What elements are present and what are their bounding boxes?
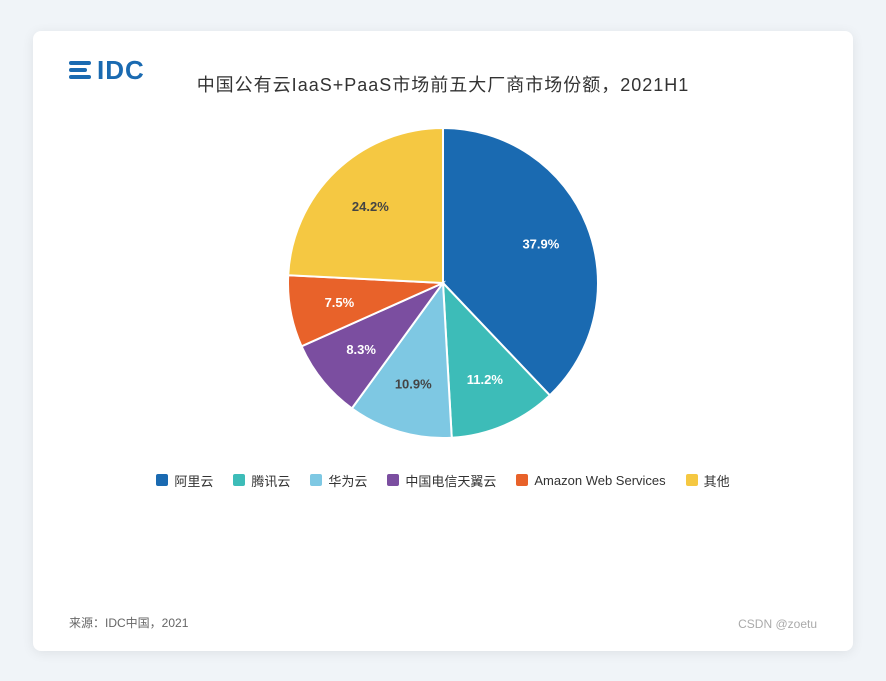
label-3: 8.3%: [346, 341, 376, 356]
pie-svg: 37.9% 11.2% 10.9% 8.3% 7.5% 24.2%: [273, 113, 613, 453]
legend-label-3: 中国电信天翼云: [405, 471, 496, 490]
logo-line-2: [69, 68, 87, 72]
legend-item-2: 华为云: [310, 471, 367, 490]
source-label: 来源：IDC中国，2021: [69, 614, 188, 631]
main-card: IDC 中国公有云IaaS+PaaS市场前五大厂商市场份额，2021H1 37.…: [33, 31, 853, 651]
legend-label-2: 华为云: [328, 471, 367, 490]
logo-text: IDC: [97, 55, 145, 86]
watermark: CSDN @zoetu: [738, 617, 817, 631]
idc-logo: IDC: [69, 55, 145, 86]
legend-label-5: 其他: [704, 471, 730, 490]
chart-title: 中国公有云IaaS+PaaS市场前五大厂商市场份额，2021H1: [197, 71, 690, 97]
legend-label-4: Amazon Web Services: [534, 473, 665, 488]
legend-color-5: [686, 474, 698, 486]
legend-label-0: 阿里云: [174, 471, 213, 490]
chart-legend: 阿里云 腾讯云 华为云 中国电信天翼云 Amazon Web Services 其他: [156, 471, 729, 490]
legend-label-1: 腾讯云: [251, 471, 290, 490]
legend-item-4: Amazon Web Services: [516, 471, 665, 490]
legend-item-0: 阿里云: [156, 471, 213, 490]
pie-chart: 37.9% 11.2% 10.9% 8.3% 7.5% 24.2%: [273, 113, 613, 453]
legend-color-0: [156, 474, 168, 486]
label-1: 11.2%: [467, 372, 504, 387]
label-0: 37.9%: [522, 236, 559, 251]
legend-color-3: [387, 474, 399, 486]
logo-line-3: [69, 75, 91, 79]
label-5: 24.2%: [352, 199, 389, 214]
legend-color-4: [516, 474, 528, 486]
logo-icon: [69, 61, 91, 79]
legend-item-3: 中国电信天翼云: [387, 471, 496, 490]
legend-item-1: 腾讯云: [233, 471, 290, 490]
legend-color-2: [310, 474, 322, 486]
chart-area: 37.9% 11.2% 10.9% 8.3% 7.5% 24.2% 阿里云 腾讯云 华为云 中国…: [156, 113, 729, 627]
legend-item-5: 其他: [686, 471, 730, 490]
label-4: 7.5%: [325, 294, 355, 309]
logo-line-1: [69, 61, 91, 65]
legend-color-1: [233, 474, 245, 486]
label-2: 10.9%: [395, 376, 432, 391]
